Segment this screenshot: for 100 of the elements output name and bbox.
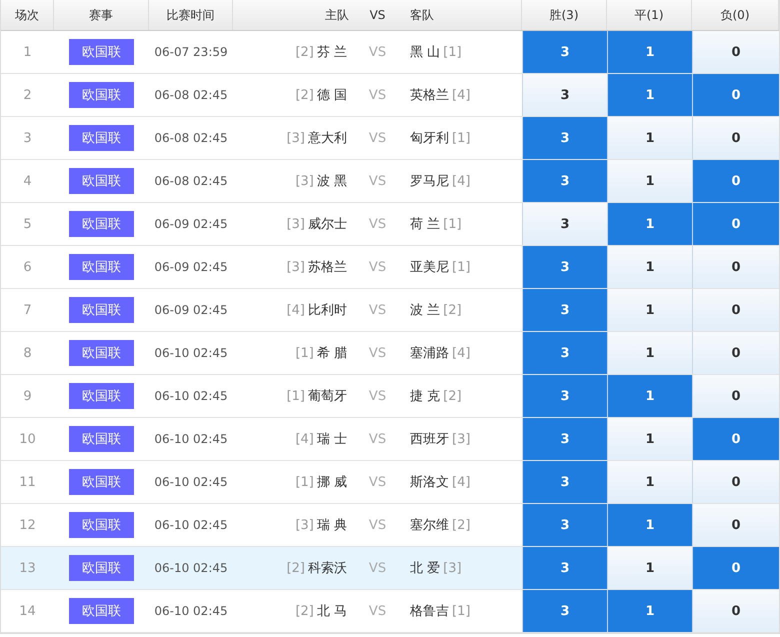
home-team: 德 国 — [316, 87, 347, 104]
result-option[interactable]: 1 — [607, 31, 692, 73]
vs-label: VS — [368, 388, 388, 406]
result-option[interactable]: 3 — [522, 461, 607, 503]
result-option[interactable]: 0 — [692, 246, 779, 288]
column-header: 客队 — [396, 0, 522, 30]
result-option[interactable]: 0 — [692, 117, 779, 159]
away-team: 塞浦路 — [410, 345, 449, 362]
match-time: 06-08 02:45 — [153, 87, 229, 104]
result-option[interactable]: 3 — [522, 117, 607, 159]
result-option[interactable]: 3 — [522, 590, 607, 632]
match-row[interactable]: 2 欧国联 06-08 02:45 [2] 德 国 VS 英格兰 [4] 3 1 0 — [1, 74, 779, 117]
away-team: 匈牙利 — [410, 130, 449, 147]
match-row[interactable]: 9 欧国联 06-10 02:45 [1] 葡萄牙 VS 捷 克 [2] 3 1 0 — [1, 375, 779, 418]
match-row[interactable]: 13 欧国联 06-10 02:45 [2] 科索沃 VS 北 爱 [3] 3 1 0 — [1, 547, 779, 590]
team-rank: [3] — [286, 260, 305, 274]
result-option[interactable]: 1 — [607, 375, 692, 417]
result-option[interactable]: 1 — [607, 590, 692, 632]
result-option[interactable]: 0 — [692, 31, 779, 73]
result-option[interactable]: 1 — [607, 246, 692, 288]
match-row[interactable]: 12 欧国联 06-10 02:45 [3] 瑞 典 VS 塞尔维 [2] 3 1 0 — [1, 504, 779, 547]
home-team: 比利时 — [308, 302, 347, 319]
result-option[interactable]: 3 — [522, 203, 607, 245]
home-team: 瑞 典 — [316, 517, 347, 534]
match-row[interactable]: 11 欧国联 06-10 02:45 [1] 挪 威 VS 斯洛文 [4] 3 1 0 — [1, 461, 779, 504]
result-option[interactable]: 1 — [607, 203, 692, 245]
result-option[interactable]: 3 — [522, 332, 607, 374]
result-option[interactable]: 3 — [522, 246, 607, 288]
result-option[interactable]: 3 — [522, 74, 607, 116]
result-option[interactable]: 1 — [607, 504, 692, 546]
result-option[interactable]: 0 — [692, 590, 779, 632]
result-option[interactable]: 1 — [607, 74, 692, 116]
home-team: 波 黑 — [316, 173, 347, 190]
result-option[interactable]: 3 — [522, 375, 607, 417]
away-team: 西班牙 — [410, 431, 449, 448]
vs-label: VS — [368, 86, 388, 104]
match-row[interactable]: 5 欧国联 06-09 02:45 [3] 威尔士 VS 荷 兰 [1] 3 1 0 — [1, 203, 779, 246]
result-option[interactable]: 1 — [607, 117, 692, 159]
result-option[interactable]: 0 — [692, 418, 779, 460]
match-row[interactable]: 7 欧国联 06-09 02:45 [4] 比利时 VS 波 兰 [2] 3 1 0 — [1, 289, 779, 332]
result-option[interactable]: 3 — [522, 31, 607, 73]
match-row[interactable]: 10 欧国联 06-10 02:45 [4] 瑞 士 VS 西班牙 [3] 3 1 0 — [1, 418, 779, 461]
match-time: 06-10 02:45 — [153, 431, 229, 448]
result-option[interactable]: 1 — [607, 160, 692, 202]
away-team: 塞尔维 — [410, 517, 449, 534]
team-rank: [2] — [452, 518, 470, 532]
result-option[interactable]: 3 — [522, 418, 607, 460]
vs-label: VS — [368, 474, 388, 492]
result-option[interactable]: 3 — [522, 504, 607, 546]
match-time: 06-09 02:45 — [153, 259, 229, 276]
team-rank: [1] — [443, 216, 462, 232]
result-option[interactable]: 0 — [692, 160, 779, 202]
match-number: 6 — [22, 258, 33, 276]
result-option[interactable]: 3 — [522, 289, 607, 331]
match-time: 06-08 02:45 — [153, 130, 229, 147]
result-option[interactable]: 0 — [692, 504, 779, 546]
result-option[interactable]: 1 — [607, 547, 692, 589]
vs-label: VS — [368, 172, 388, 190]
result-option[interactable]: 1 — [607, 289, 692, 331]
home-team: 瑞 士 — [316, 431, 347, 448]
match-row[interactable]: 4 欧国联 06-08 02:45 [3] 波 黑 VS 罗马尼 [4] 3 1 0 — [1, 160, 779, 203]
away-team: 北 爱 — [410, 560, 440, 577]
home-team: 芬 兰 — [316, 44, 347, 61]
home-team: 意大利 — [308, 130, 347, 147]
result-option[interactable]: 0 — [692, 332, 779, 374]
result-option[interactable]: 0 — [692, 74, 779, 116]
result-option[interactable]: 1 — [607, 332, 692, 374]
team-rank: [3] — [443, 560, 462, 576]
result-option[interactable]: 1 — [607, 461, 692, 503]
result-option[interactable]: 0 — [692, 289, 779, 331]
match-number: 13 — [18, 560, 37, 578]
team-rank: [2] — [295, 88, 314, 102]
team-rank: [4] — [452, 474, 470, 490]
league-badge: 欧国联 — [69, 512, 134, 538]
result-option[interactable]: 0 — [692, 547, 779, 589]
result-option[interactable]: 0 — [692, 461, 779, 503]
match-row[interactable]: 8 欧国联 06-10 02:45 [1] 希 腊 VS 塞浦路 [4] 3 1 0 — [1, 332, 779, 375]
home-team: 北 马 — [316, 603, 347, 620]
result-option[interactable]: 0 — [692, 375, 779, 417]
team-rank: [2] — [443, 388, 462, 404]
match-number: 8 — [22, 344, 33, 362]
result-option[interactable]: 3 — [522, 547, 607, 589]
match-row[interactable]: 1 欧国联 06-07 23:59 [2] 芬 兰 VS 黑 山 [1] 3 1 0 — [1, 31, 779, 74]
home-team: 挪 威 — [316, 474, 347, 491]
team-rank: [4] — [452, 174, 470, 188]
match-row[interactable]: 6 欧国联 06-09 02:45 [3] 苏格兰 VS 亚美尼 [1] 3 1 0 — [1, 246, 779, 289]
result-option[interactable]: 0 — [692, 203, 779, 245]
match-row[interactable]: 14 欧国联 06-10 02:45 [2] 北 马 VS 格鲁吉 [1] 3 1 0 — [1, 590, 779, 633]
away-team: 斯洛文 — [410, 474, 449, 491]
league-badge: 欧国联 — [69, 469, 134, 495]
team-rank: [1] — [452, 260, 470, 274]
home-team: 苏格兰 — [308, 259, 347, 276]
league-badge: 欧国联 — [69, 383, 134, 409]
result-option[interactable]: 3 — [522, 160, 607, 202]
result-option[interactable]: 1 — [607, 418, 692, 460]
away-team: 荷 兰 — [410, 216, 440, 233]
league-badge: 欧国联 — [69, 555, 134, 581]
team-rank: [1] — [443, 44, 462, 60]
match-time: 06-10 02:45 — [153, 560, 229, 577]
match-row[interactable]: 3 欧国联 06-08 02:45 [3] 意大利 VS 匈牙利 [1] 3 1 0 — [1, 117, 779, 160]
